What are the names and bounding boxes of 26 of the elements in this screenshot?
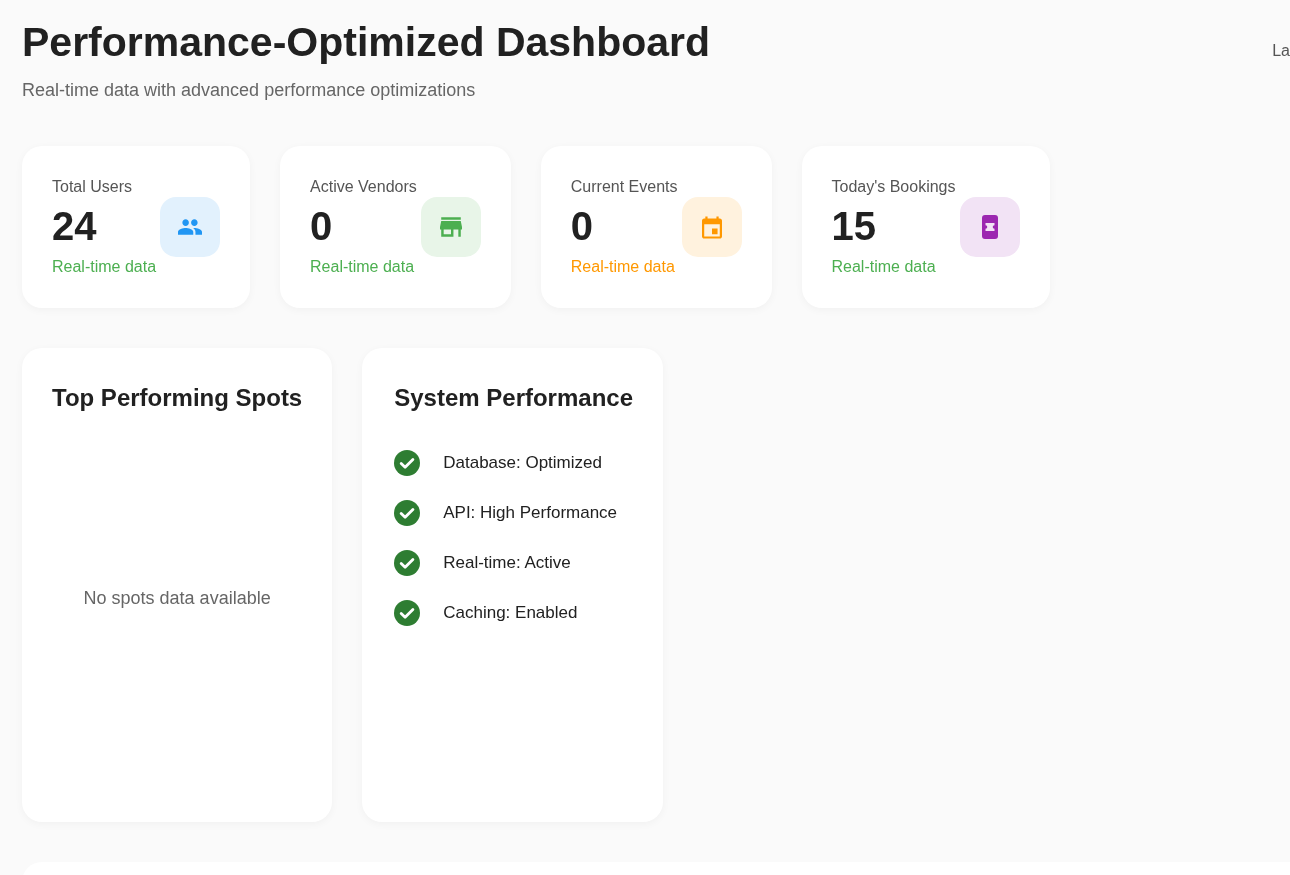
stat-value: 24 [52, 203, 97, 250]
stat-label: Today's Bookings [831, 177, 956, 197]
stat-note: Real-time data [310, 257, 415, 277]
stat-note: Real-time data [831, 257, 936, 277]
calendar-icon [681, 197, 742, 257]
status-text: Database: Optimized [443, 452, 602, 474]
card-title: System Performance [394, 383, 633, 413]
status-text: Real-time: Active [443, 552, 571, 574]
stat-value: 15 [831, 203, 876, 250]
card-title: Top Performing Spots [52, 383, 303, 413]
stat-value: 0 [310, 203, 333, 250]
stat-note: Real-time data [52, 257, 157, 277]
stat-value: 0 [570, 203, 594, 250]
ticket-icon [959, 197, 1020, 257]
page-subtitle: Real-time data with advanced performance optimizations [22, 79, 477, 102]
store-icon [420, 197, 481, 257]
stat-label: Total Users [52, 177, 133, 197]
stat-note: Real-time data [570, 257, 675, 277]
status-text: API: High Performance [443, 502, 618, 524]
status-text: Caching: Enabled [443, 602, 578, 624]
header-note: La [1272, 41, 1290, 61]
page-title: Performance-Optimized Dashboard [22, 18, 711, 67]
stat-label: Current Events [570, 177, 678, 197]
empty-message: No spots data available [83, 587, 271, 610]
stat-label: Active Vendors [310, 177, 417, 197]
users-icon [160, 197, 221, 257]
